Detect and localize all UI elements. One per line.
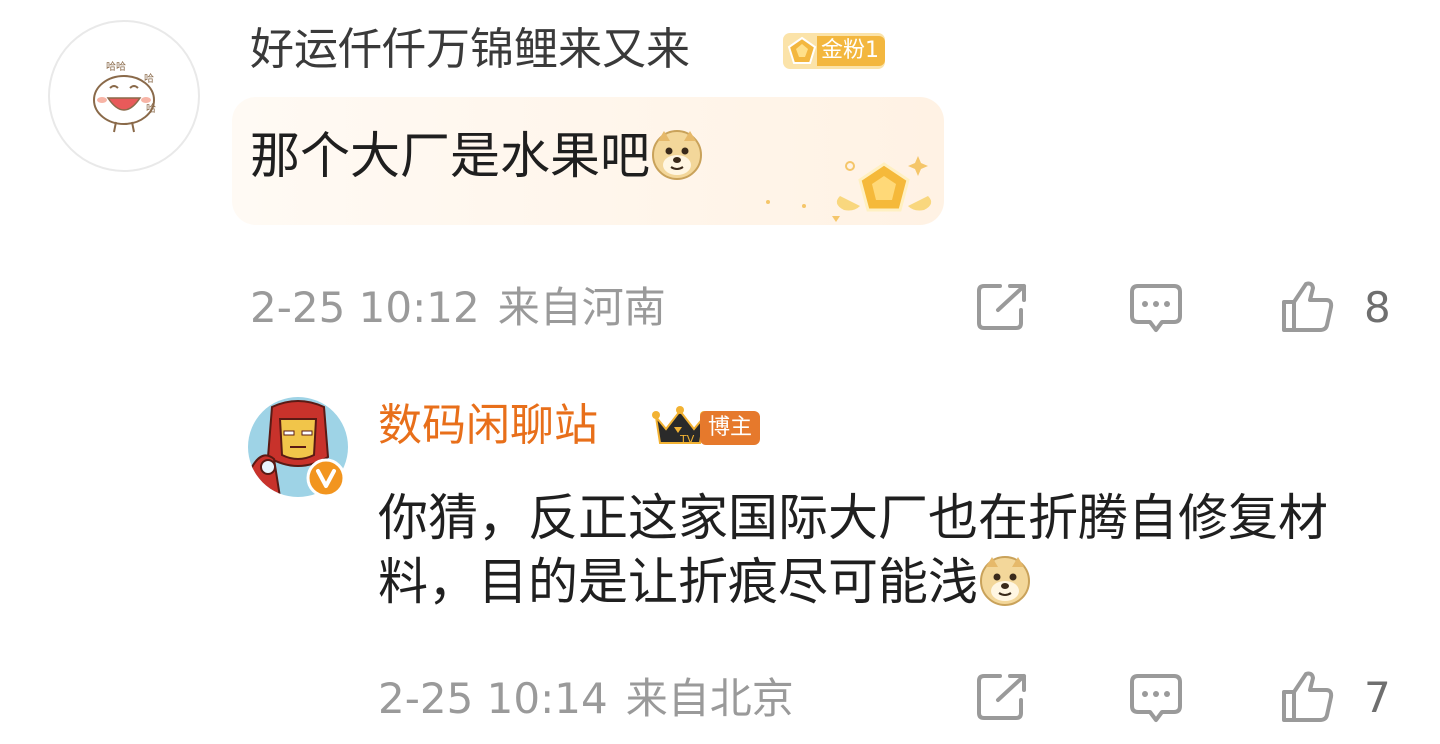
share-icon[interactable] bbox=[976, 282, 1030, 332]
blogger-badge-label: 博主 bbox=[700, 411, 761, 445]
comment-meta: 2-25 10:12 来自河南 bbox=[250, 280, 666, 336]
comment-icon[interactable] bbox=[1128, 282, 1184, 334]
gem-icon bbox=[787, 36, 817, 64]
like-count: 8 bbox=[1364, 283, 1391, 332]
gold-fan-gem-icon bbox=[766, 156, 932, 222]
svg-text:哈哈: 哈哈 bbox=[106, 60, 126, 73]
share-icon[interactable] bbox=[976, 672, 1030, 722]
blogger-badge[interactable]: TV 博主 bbox=[652, 405, 764, 447]
fan-badge-label: 金粉1 bbox=[817, 36, 885, 66]
comment-time: 2-25 10:14 bbox=[378, 674, 608, 723]
comment-text: 那个大厂是水果吧 bbox=[250, 124, 704, 188]
doge-emoji-icon bbox=[980, 556, 1030, 606]
svg-text:哈: 哈 bbox=[146, 102, 156, 115]
comment-location: 来自北京 bbox=[625, 674, 794, 723]
fan-badge[interactable]: 金粉1 bbox=[783, 33, 885, 69]
thumbs-up-icon[interactable] bbox=[1280, 280, 1336, 334]
laughing-bun-avatar-icon: 哈哈 哈 哈 bbox=[93, 60, 156, 133]
comment-meta: 2-25 10:14 来自北京 bbox=[378, 671, 794, 727]
comment-body: 你猜，反正这家国际大厂也在折腾自修复材料，目的是让折痕尽可能浅 bbox=[378, 489, 1328, 611]
comment-body: 那个大厂是水果吧 bbox=[250, 127, 650, 185]
comment-location: 来自河南 bbox=[497, 283, 666, 332]
username[interactable]: 好运仟仟万锦鲤来又来 bbox=[250, 22, 690, 78]
svg-text:哈: 哈 bbox=[144, 72, 154, 85]
like-count: 7 bbox=[1364, 673, 1391, 722]
comment-icon[interactable] bbox=[1128, 672, 1184, 724]
verified-v-icon bbox=[306, 458, 346, 498]
comment-thread: 哈哈 哈 哈 好运仟仟万锦鲤来又来 金粉1 那个大厂是水果吧 2-25 10:1… bbox=[0, 0, 1440, 744]
user-avatar[interactable]: 哈哈 哈 哈 bbox=[48, 20, 200, 172]
doge-emoji-icon bbox=[652, 130, 702, 180]
thumbs-up-icon[interactable] bbox=[1280, 670, 1336, 724]
comment-time: 2-25 10:12 bbox=[250, 283, 480, 332]
svg-text:TV: TV bbox=[679, 433, 695, 446]
username[interactable]: 数码闲聊站 bbox=[378, 398, 598, 454]
comment-text: 你猜，反正这家国际大厂也在折腾自修复材料，目的是让折痕尽可能浅 bbox=[378, 486, 1358, 614]
